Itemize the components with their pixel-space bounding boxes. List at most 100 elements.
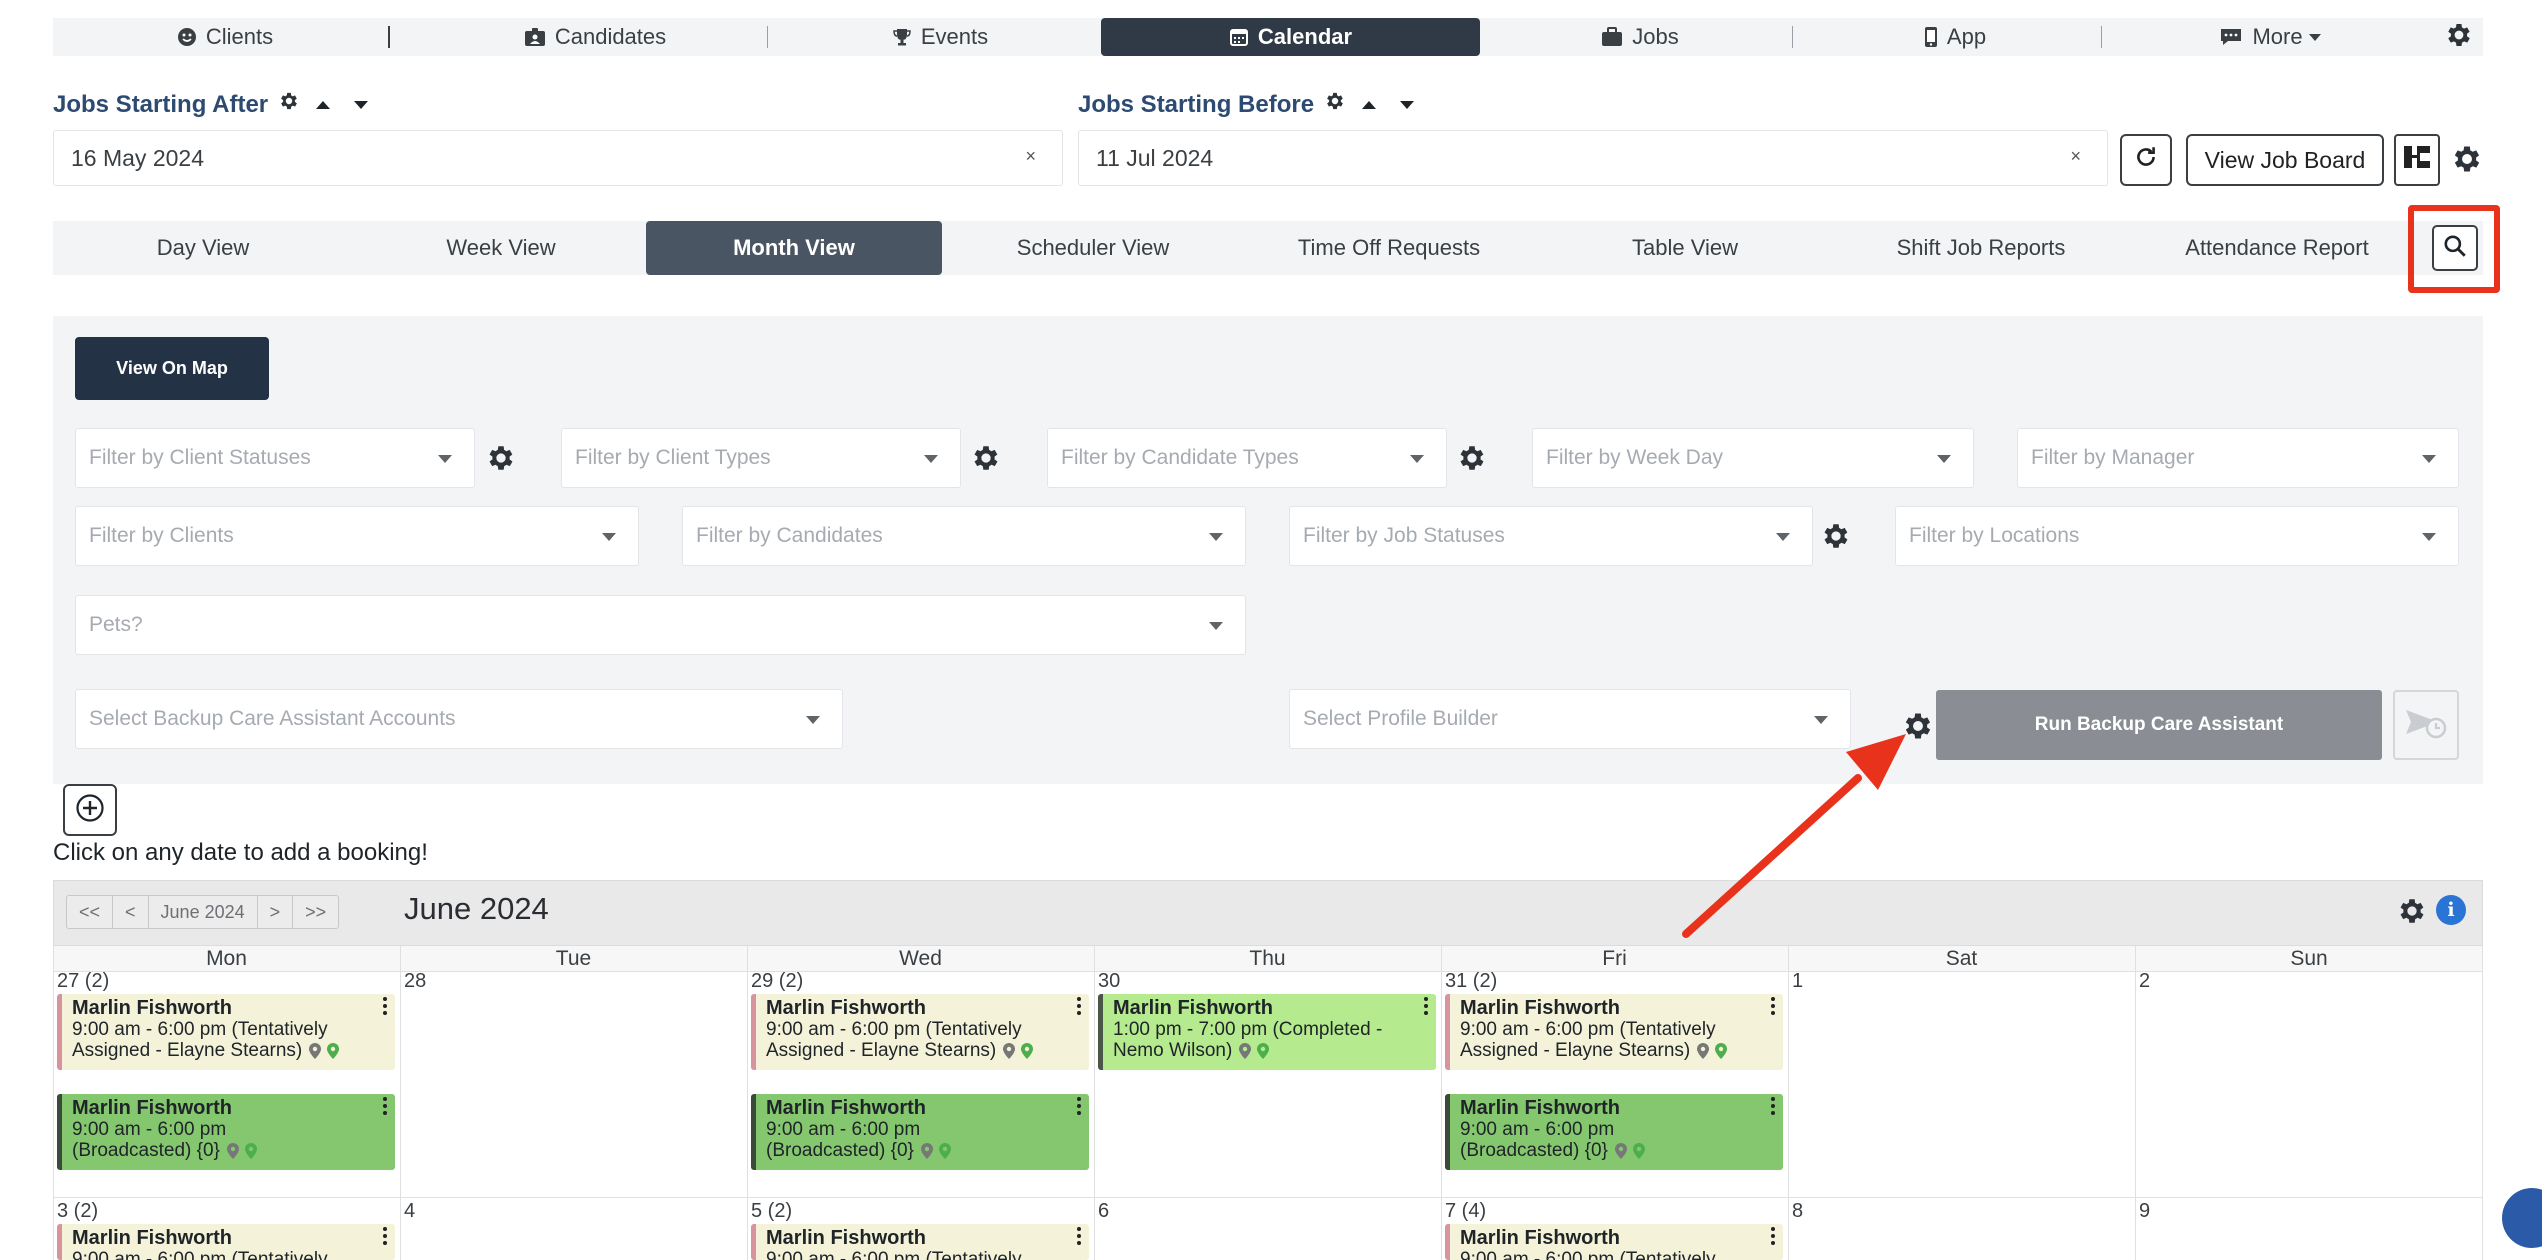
event-menu-icon[interactable]: [1077, 1097, 1081, 1118]
event-menu-icon[interactable]: [383, 997, 387, 1018]
filter-candidate-types[interactable]: Filter by Candidate Types: [1047, 428, 1447, 488]
event-menu-icon[interactable]: [1077, 997, 1081, 1018]
sitemap-button[interactable]: [2394, 134, 2440, 186]
settings-gear-icon[interactable]: [2450, 142, 2484, 181]
event-menu-icon[interactable]: [383, 1097, 387, 1118]
date-cell-number[interactable]: 28: [404, 970, 426, 993]
calendar-event[interactable]: Marlin Fishworth 9:00 am - 6:00 pm (Broa…: [1445, 1094, 1783, 1170]
caret-down-icon[interactable]: [1400, 100, 1415, 109]
gear-icon[interactable]: [1324, 90, 1346, 119]
calendar-settings-gear-icon[interactable]: [2396, 895, 2428, 932]
info-icon[interactable]: i: [2436, 895, 2466, 925]
date-cell-number[interactable]: 8: [1792, 1200, 1803, 1223]
search-button[interactable]: [2432, 225, 2478, 271]
event-menu-icon[interactable]: [1077, 1227, 1081, 1248]
filter-locations[interactable]: Filter by Locations: [1895, 506, 2459, 566]
date-cell-number[interactable]: 6: [1098, 1200, 1109, 1223]
date-cell-number[interactable]: 9: [2139, 1200, 2150, 1223]
map-pin-icon: [920, 1142, 933, 1159]
gear-icon[interactable]: [278, 90, 300, 119]
view-job-board-button[interactable]: View Job Board: [2186, 134, 2384, 186]
settings-gear-icon[interactable]: [2444, 20, 2538, 55]
run-backup-care-assistant-button[interactable]: Run Backup Care Assistant: [1936, 690, 2382, 760]
date-cell-number[interactable]: 4: [404, 1200, 415, 1223]
nav-more-dropdown[interactable]: More: [2210, 18, 2330, 56]
prev-page-button[interactable]: <: [113, 896, 149, 928]
nav-jobs[interactable]: Jobs: [1580, 18, 1700, 56]
nav-calendar[interactable]: Calendar: [1101, 18, 1480, 56]
event-menu-icon[interactable]: [1424, 997, 1428, 1018]
calendar-event[interactable]: Marlin Fishworth 9:00 am - 6:00 pm (Tent…: [751, 994, 1089, 1070]
calendar-event[interactable]: Marlin Fishworth 1:00 pm - 7:00 pm (Comp…: [1098, 994, 1436, 1070]
chat-widget-icon[interactable]: [2502, 1188, 2542, 1248]
event-menu-icon[interactable]: [1771, 997, 1775, 1018]
caret-up-icon[interactable]: [1362, 100, 1377, 109]
last-page-button[interactable]: >>: [293, 896, 338, 928]
nav-divider: [2101, 26, 2102, 48]
tab-attendance-report[interactable]: Attendance Report: [2129, 221, 2425, 275]
date-cell-number[interactable]: 7 (4): [1445, 1200, 1486, 1223]
filter-client-types[interactable]: Filter by Client Types: [561, 428, 961, 488]
event-menu-icon[interactable]: [383, 1227, 387, 1248]
nav-app[interactable]: App: [1900, 18, 2010, 56]
filter-pets[interactable]: Pets?: [75, 595, 1246, 655]
date-cell-number[interactable]: 30: [1098, 970, 1120, 993]
date-cell-number[interactable]: 31 (2): [1445, 970, 1497, 993]
event-candidate-name: Marlin Fishworth: [72, 1227, 232, 1249]
calendar-event[interactable]: Marlin Fishworth 9:00 am - 6:00 pm (Tent…: [1445, 994, 1783, 1070]
gear-icon[interactable]: [1820, 520, 1852, 557]
date-cell-number[interactable]: 2: [2139, 970, 2150, 993]
add-booking-button[interactable]: [63, 784, 117, 836]
calendar-event[interactable]: Marlin Fishworth 9:00 am - 6:00 pm (Tent…: [751, 1224, 1089, 1260]
clear-date-icon[interactable]: ×: [2070, 146, 2081, 167]
grid-line: [2482, 946, 2483, 1260]
tab-shift-job-reports[interactable]: Shift Job Reports: [1833, 221, 2129, 275]
date-cell-number[interactable]: 1: [1792, 970, 1803, 993]
jobs-starting-after-input[interactable]: 16 May 2024 ×: [53, 130, 1063, 186]
event-status-text: Nemo Wilson): [1113, 1040, 1233, 1061]
scheduled-send-button[interactable]: [2393, 690, 2459, 760]
caret-down-icon: [2422, 533, 2436, 541]
filter-manager[interactable]: Filter by Manager: [2017, 428, 2459, 488]
filter-candidates[interactable]: Filter by Candidates: [682, 506, 1246, 566]
jobs-starting-before-input[interactable]: 11 Jul 2024 ×: [1078, 130, 2108, 186]
date-cell-number[interactable]: 5 (2): [751, 1200, 792, 1223]
tab-table-view[interactable]: Table View: [1537, 221, 1833, 275]
calendar-event[interactable]: Marlin Fishworth 9:00 am - 6:00 pm (Broa…: [57, 1094, 395, 1170]
nav-candidates[interactable]: Candidates: [480, 18, 710, 56]
nav-events[interactable]: Events: [870, 18, 1010, 56]
filter-week-day[interactable]: Filter by Week Day: [1532, 428, 1974, 488]
date-cell-number[interactable]: 3 (2): [57, 1200, 98, 1223]
filter-client-statuses[interactable]: Filter by Client Statuses: [75, 428, 475, 488]
calendar-event[interactable]: Marlin Fishworth 9:00 am - 6:00 pm (Broa…: [751, 1094, 1089, 1170]
calendar-event[interactable]: Marlin Fishworth 9:00 am - 6:00 pm (Tent…: [57, 1224, 395, 1260]
calendar-event[interactable]: Marlin Fishworth 9:00 am - 6:00 pm (Tent…: [57, 994, 395, 1070]
date-cell-number[interactable]: 29 (2): [751, 970, 803, 993]
caret-up-icon[interactable]: [316, 100, 331, 109]
next-page-button[interactable]: >: [258, 896, 294, 928]
filter-clients[interactable]: Filter by Clients: [75, 506, 639, 566]
tab-week-view[interactable]: Week View: [353, 221, 649, 275]
view-on-map-button[interactable]: View On Map: [75, 337, 269, 400]
gear-icon[interactable]: [1456, 442, 1488, 479]
first-page-button[interactable]: <<: [67, 896, 114, 928]
current-month-button[interactable]: June 2024: [149, 896, 258, 928]
select-profile-builder[interactable]: Select Profile Builder: [1289, 689, 1851, 749]
filter-job-statuses[interactable]: Filter by Job Statuses: [1289, 506, 1813, 566]
calendar-event[interactable]: Marlin Fishworth 9:00 am - 6:00 pm (Tent…: [1445, 1224, 1783, 1260]
tab-time-off-requests[interactable]: Time Off Requests: [1241, 221, 1537, 275]
tab-scheduler-view[interactable]: Scheduler View: [945, 221, 1241, 275]
caret-down-icon[interactable]: [354, 100, 369, 109]
event-menu-icon[interactable]: [1771, 1097, 1775, 1118]
select-backup-care-accounts[interactable]: Select Backup Care Assistant Accounts: [75, 689, 843, 749]
gear-icon[interactable]: [970, 442, 1002, 479]
event-menu-icon[interactable]: [1771, 1227, 1775, 1248]
tab-day-view[interactable]: Day View: [53, 221, 353, 275]
nav-clients[interactable]: Clients: [140, 18, 310, 56]
refresh-button[interactable]: [2120, 134, 2172, 186]
gear-icon[interactable]: [485, 442, 517, 479]
clear-date-icon[interactable]: ×: [1025, 146, 1036, 167]
gear-icon[interactable]: [1901, 709, 1935, 748]
tab-month-view[interactable]: Month View: [646, 221, 942, 275]
date-cell-number[interactable]: 27 (2): [57, 970, 109, 993]
